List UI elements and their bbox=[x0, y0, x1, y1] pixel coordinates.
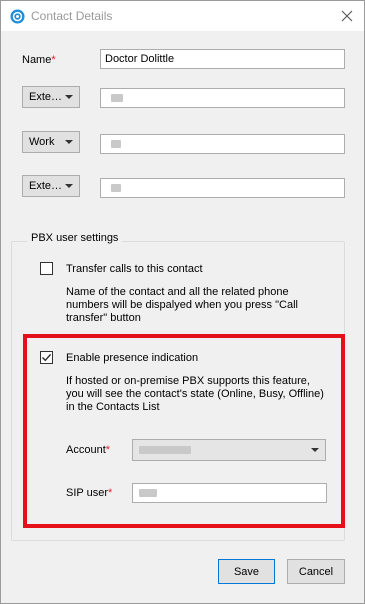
presence-checkbox[interactable] bbox=[40, 351, 53, 364]
name-label: Name* bbox=[22, 54, 56, 66]
phone-type-dropdown-1[interactable]: Exte… bbox=[22, 86, 80, 108]
phone-type-dropdown-3[interactable]: Exte… bbox=[22, 175, 80, 197]
chevron-down-icon bbox=[311, 448, 319, 452]
presence-label[interactable]: Enable presence indication bbox=[66, 352, 198, 364]
title-bar: Contact Details bbox=[1, 1, 364, 31]
phone-type-label-2: Work bbox=[29, 136, 55, 148]
sip-user-input[interactable] bbox=[132, 483, 327, 503]
cancel-button[interactable]: Cancel bbox=[287, 559, 345, 584]
pbx-group-title: PBX user settings bbox=[27, 232, 123, 244]
name-input[interactable]: Doctor Dolittle bbox=[100, 49, 345, 69]
redacted-value bbox=[111, 184, 121, 193]
account-label: Account* bbox=[66, 444, 111, 456]
redacted-value bbox=[139, 489, 157, 498]
phone-type-dropdown-2[interactable]: Work bbox=[22, 131, 80, 153]
chevron-down-icon bbox=[65, 184, 73, 188]
transfer-calls-label[interactable]: Transfer calls to this contact bbox=[66, 263, 203, 275]
close-button[interactable] bbox=[336, 6, 358, 26]
phone-number-input-1[interactable] bbox=[100, 88, 345, 108]
chevron-down-icon bbox=[65, 140, 73, 144]
phone-number-input-2[interactable] bbox=[100, 134, 345, 154]
chevron-down-icon bbox=[65, 95, 73, 99]
redacted-value bbox=[111, 94, 123, 103]
save-button[interactable]: Save bbox=[218, 559, 275, 584]
account-select[interactable] bbox=[132, 439, 326, 461]
phone-number-input-3[interactable] bbox=[100, 178, 345, 198]
checkmark-icon bbox=[42, 353, 52, 362]
app-logo-icon bbox=[10, 9, 25, 24]
redacted-value bbox=[139, 446, 191, 454]
close-icon bbox=[341, 10, 353, 22]
required-mark: * bbox=[51, 54, 56, 66]
transfer-calls-checkbox[interactable] bbox=[40, 262, 53, 275]
transfer-description: Name of the contact and all the related … bbox=[66, 286, 298, 324]
phone-type-label-1: Exte… bbox=[29, 91, 63, 103]
sip-user-label: SIP user* bbox=[66, 487, 113, 499]
phone-type-label-3: Exte… bbox=[29, 180, 63, 192]
window-title: Contact Details bbox=[31, 9, 113, 23]
contact-details-dialog: Contact Details Name* Doctor Dolittle Ex… bbox=[0, 0, 365, 604]
presence-description: If hosted or on-premise PBX supports thi… bbox=[66, 375, 324, 413]
redacted-value bbox=[111, 140, 121, 149]
